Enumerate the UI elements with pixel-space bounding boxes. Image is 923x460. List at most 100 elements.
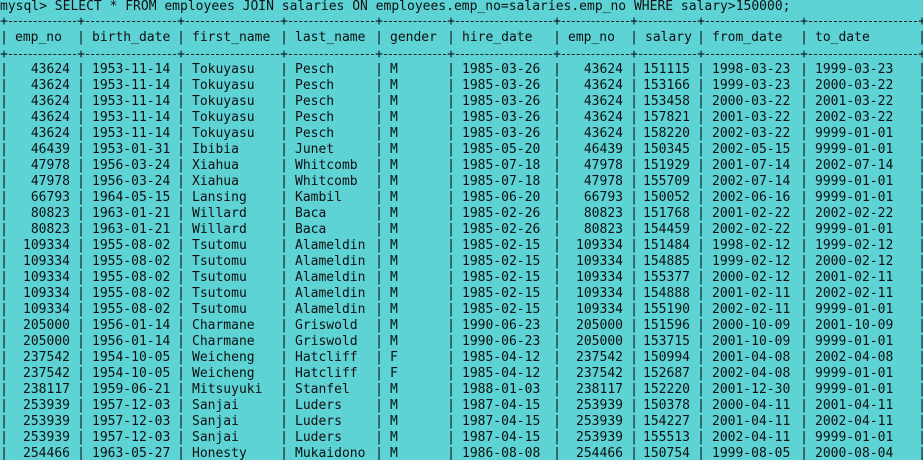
table-cell-5: 1985-07-18 xyxy=(462,174,541,189)
table-cell-0: 43624 xyxy=(30,94,70,109)
table-cell-8: 1999-03-23 xyxy=(712,78,791,93)
table-row: | | | | | | | | | | | 237542 1954-10-05 Weicheng Hatcl… xyxy=(0,366,923,381)
table-cell-4: M xyxy=(390,430,398,445)
table-cell-3: Stanfel xyxy=(295,382,350,397)
table-cell-9: 2001-03-22 xyxy=(815,94,894,109)
table-cell-0: 109334 xyxy=(23,254,70,269)
table-row: | | | | | | | | | | | 80823 1963-01-21 Willard Baca M 19… xyxy=(0,206,923,221)
column-header-2: first_name xyxy=(192,30,271,45)
table-cell-4: M xyxy=(390,302,398,317)
table-cell-1: 1957-12-03 xyxy=(92,414,171,429)
table-cell-4: M xyxy=(390,174,398,189)
table-cell-0: 80823 xyxy=(30,222,70,237)
table-cell-5: 1985-03-26 xyxy=(462,78,541,93)
table-cell-3: Baca xyxy=(295,206,327,221)
table-cell-0: 237542 xyxy=(23,350,70,365)
table-cell-7: 153715 xyxy=(643,334,690,349)
table-cell-3: Pesch xyxy=(295,126,335,141)
table-cell-9: 9999-01-01 xyxy=(815,302,894,317)
table-cell-7: 150345 xyxy=(643,142,690,157)
table-cell-0: 237542 xyxy=(23,366,70,381)
table-cell-2: Ibibia xyxy=(192,142,239,157)
column-header-7: salary xyxy=(645,30,692,45)
table-cell-0: 66793 xyxy=(30,190,70,205)
table-cell-3: Mukaidono xyxy=(295,446,366,460)
column-header-3: last_name xyxy=(295,30,366,45)
table-cell-6: 66793 xyxy=(583,190,623,205)
table-cell-8: 2001-02-22 xyxy=(712,206,791,221)
table-cell-5: 1985-02-15 xyxy=(462,286,541,301)
table-cell-5: 1985-07-18 xyxy=(462,158,541,173)
table-cell-2: Tsutomu xyxy=(192,254,247,269)
table-cell-4: M xyxy=(390,334,398,349)
table-row: | | | | | | | | | | | 43624 1953-11-14 Tokuyasu Pesch M… xyxy=(0,110,923,125)
terminal-window[interactable]: mysql> SELECT * FROM employees JOIN sala… xyxy=(0,0,923,460)
table-cell-7: 151768 xyxy=(643,206,690,221)
table-cell-2: Charmane xyxy=(192,318,255,333)
table-cell-9: 2000-02-12 xyxy=(815,254,894,269)
table-cell-8: 2002-02-11 xyxy=(712,302,791,317)
table-cell-7: 151484 xyxy=(643,238,690,253)
table-cell-5: 1987-04-15 xyxy=(462,430,541,445)
table-cell-4: M xyxy=(390,94,398,109)
table-cell-0: 109334 xyxy=(23,270,70,285)
table-cell-8: 2002-06-16 xyxy=(712,190,791,205)
table-cell-1: 1964-05-15 xyxy=(92,190,171,205)
table-row: | | | | | | | | | | | 43624 1953-11-14 Tokuyasu Pesch M… xyxy=(0,62,923,77)
table-row: | | | | | | | | | | | 205000 1956-01-14 Charmane Grisw… xyxy=(0,318,923,333)
table-cell-7: 157821 xyxy=(643,110,690,125)
table-cell-3: Whitcomb xyxy=(295,158,358,173)
table-cell-5: 1985-04-12 xyxy=(462,366,541,381)
table-cell-8: 1998-02-12 xyxy=(712,238,791,253)
table-cell-2: Tokuyasu xyxy=(192,78,255,93)
table-cell-4: M xyxy=(390,126,398,141)
table-cell-2: Sanjai xyxy=(192,398,239,413)
table-cell-4: M xyxy=(390,254,398,269)
table-cell-1: 1956-01-14 xyxy=(92,334,171,349)
table-cell-1: 1953-11-14 xyxy=(92,126,171,141)
table-cell-3: Whitcomb xyxy=(295,174,358,189)
table-cell-7: 151115 xyxy=(643,62,690,77)
table-cell-7: 154459 xyxy=(643,222,690,237)
table-cell-6: 253939 xyxy=(576,430,623,445)
table-cell-6: 109334 xyxy=(576,302,623,317)
table-cell-3: Junet xyxy=(295,142,335,157)
table-row: | | | | | | | | | | | 47978 1956-03-24 Xiahua Whitcomb… xyxy=(0,158,923,173)
table-cell-6: 254466 xyxy=(576,446,623,460)
table-cell-4: M xyxy=(390,414,398,429)
header-separator: + + + + + + + + + + + xyxy=(0,47,923,62)
table-cell-9: 2002-02-22 xyxy=(815,206,894,221)
table-cell-0: 43624 xyxy=(30,110,70,125)
table-cell-9: 9999-01-01 xyxy=(815,142,894,157)
table-row: | | | | | | | | | | | 254466 1963-05-27 Honesty Mukaid… xyxy=(0,446,923,460)
table-cell-6: 46439 xyxy=(583,142,623,157)
table-cell-5: 1985-02-15 xyxy=(462,254,541,269)
table-cell-8: 1998-03-23 xyxy=(712,62,791,77)
table-cell-7: 151596 xyxy=(643,318,690,333)
table-cell-6: 253939 xyxy=(576,414,623,429)
table-cell-1: 1955-08-02 xyxy=(92,238,171,253)
table-cell-7: 151929 xyxy=(643,158,690,173)
table-cell-6: 109334 xyxy=(576,254,623,269)
table-cell-8: 2000-03-22 xyxy=(712,94,791,109)
table-cell-8: 2002-02-22 xyxy=(712,222,791,237)
table-cell-2: Tokuyasu xyxy=(192,110,255,125)
table-row: | | | | | | | | | | | 66793 1964-05-15 Lansing Kambil M… xyxy=(0,190,923,205)
table-cell-9: 2000-03-22 xyxy=(815,78,894,93)
table-cell-5: 1985-05-20 xyxy=(462,142,541,157)
table-cell-9: 2002-04-08 xyxy=(815,350,894,365)
column-header-9: to_date xyxy=(815,30,870,45)
table-cell-4: M xyxy=(390,110,398,125)
table-cell-3: Kambil xyxy=(295,190,342,205)
table-cell-4: M xyxy=(390,158,398,173)
table-cell-6: 43624 xyxy=(583,62,623,77)
table-cell-0: 253939 xyxy=(23,414,70,429)
table-cell-0: 238117 xyxy=(23,382,70,397)
table-cell-4: M xyxy=(390,206,398,221)
table-cell-0: 109334 xyxy=(23,238,70,253)
table-cell-1: 1954-10-05 xyxy=(92,366,171,381)
table-cell-5: 1987-04-15 xyxy=(462,398,541,413)
table-cell-4: M xyxy=(390,222,398,237)
table-cell-2: Weicheng xyxy=(192,350,255,365)
table-cell-4: M xyxy=(390,238,398,253)
